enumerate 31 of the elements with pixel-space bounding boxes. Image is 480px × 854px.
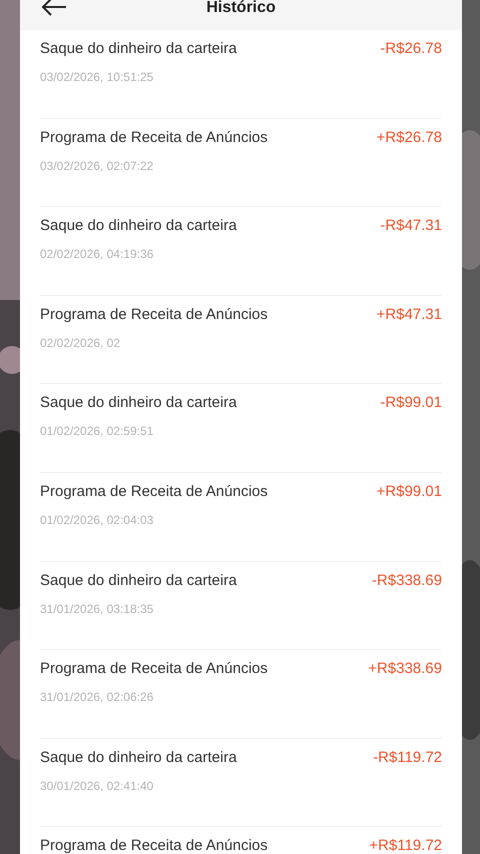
transaction-amount: -R$26.78 [380, 39, 442, 59]
transaction-date: 31/01/2026, 03:18:35 [40, 600, 154, 617]
transaction-date: 01/02/2026, 02:59:51 [40, 423, 154, 440]
transaction-title: Programa de Receita de Anúncios [40, 659, 268, 680]
transaction-amount: -R$119.72 [373, 748, 442, 768]
transaction-title: Saque do dinheiro da carteira [40, 570, 237, 591]
transaction-title: Saque do dinheiro da carteira [40, 39, 237, 59]
transaction-amount: -R$99.01 [380, 393, 442, 414]
transaction-date: 03/02/2026, 10:51:25 [40, 69, 154, 85]
transaction-date: 02/02/2026, 04:19:36 [40, 246, 154, 262]
transaction-amount: +R$47.31 [376, 304, 442, 325]
transaction-date: 03/02/2026, 02:07:22 [40, 158, 154, 174]
transaction-amount: +R$26.78 [376, 128, 442, 148]
transaction-title: Programa de Receita de Anúncios [40, 128, 268, 148]
transaction-amount: -R$338.69 [372, 570, 442, 591]
transaction-title: Saque do dinheiro da carteira [40, 748, 237, 768]
transaction-date: 02/02/2026, 02 [40, 334, 120, 351]
back-icon[interactable] [40, 0, 68, 17]
transaction-title: Saque do dinheiro da carteira [40, 393, 237, 414]
page-title: Histórico [206, 0, 276, 18]
transaction-amount: +R$99.01 [376, 482, 442, 502]
transaction-title: Saque do dinheiro da carteira [40, 216, 237, 236]
transaction-amount: +R$338.69 [368, 659, 442, 680]
transaction-title: Programa de Receita de Anúncios [40, 836, 268, 854]
transaction-title: Programa de Receita de Anúncios [40, 482, 268, 502]
transaction-amount: +R$119.72 [369, 836, 442, 854]
transaction-date: 31/01/2026, 02:06:26 [40, 689, 154, 706]
transaction-date: 30/01/2026, 02:41:40 [40, 778, 154, 794]
transaction-date: 01/02/2026, 02:04:03 [40, 512, 154, 528]
transaction-amount: -R$47.31 [380, 216, 442, 236]
transaction-title: Programa de Receita de Anúncios [40, 304, 268, 325]
